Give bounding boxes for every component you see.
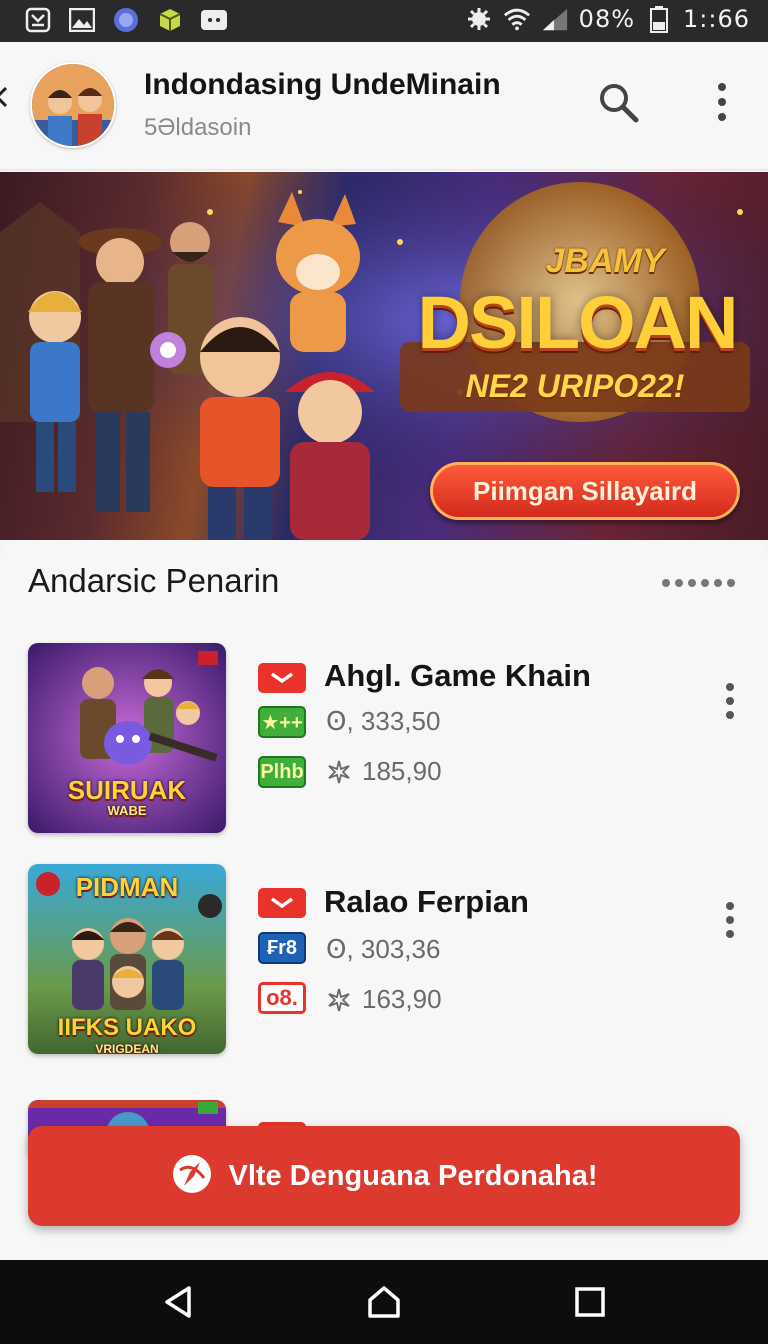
nav-home-icon[interactable]: [362, 1280, 406, 1324]
banner-cta-button[interactable]: Piimgan Sillayaird: [430, 462, 740, 520]
list-item[interactable]: PIDMAN IIFKS UAKO VRIGDEAN Ralao Ferpian…: [0, 864, 768, 1074]
more-vert-icon[interactable]: [716, 898, 744, 942]
video-badge: [258, 663, 306, 693]
app-title: Indondasing UndeMinain: [144, 68, 501, 101]
video-badge: [258, 888, 306, 918]
wifi-icon: [503, 5, 531, 33]
banner-tagline: NE2 URIPO22!: [465, 368, 685, 404]
primary-action-button[interactable]: Vlte Denguana Perdonaha!: [28, 1126, 740, 1226]
stat-downloads: 163,90: [326, 984, 442, 1015]
nav-back-icon[interactable]: [156, 1280, 200, 1324]
category-badge: o8.: [258, 982, 306, 1014]
game-thumbnail[interactable]: SUIRUAK WABE: [28, 643, 226, 833]
search-icon: [596, 80, 640, 129]
stat-views: Ꙩ, 303,36: [326, 934, 441, 964]
battery-percent: 08%: [578, 5, 636, 33]
sparkle-icon: [326, 987, 352, 1013]
app-header: Indondasing UndeMinain 5Əldasoin: [0, 42, 768, 170]
stat-downloads: 185,90: [326, 756, 442, 787]
thumbnail-bottom-title: IIFKS UAKO: [57, 1014, 197, 1041]
app-subtitle: 5Əldasoin: [144, 114, 252, 141]
more-vert-icon: [716, 82, 728, 127]
section-more-icon[interactable]: [662, 576, 742, 590]
thumbnail-title: SUIRUAK: [67, 775, 187, 805]
list-item[interactable]: SUIRUAK WABE Ahgl. Game Khain ★++ Ꙩ, 333…: [0, 643, 768, 853]
thumbnail-subtitle: WABE: [107, 803, 147, 818]
game-title[interactable]: Ralao Ferpian: [324, 884, 529, 920]
banner-kicker: JBAMY: [545, 242, 665, 280]
promo-banner[interactable]: JBAMY DSILOAN NE2 URIPO22! Piimgan Silla…: [0, 172, 768, 540]
section-title: Andarsic Penarin: [28, 562, 280, 599]
compass-icon: [170, 1152, 214, 1201]
primary-action-label: Vlte Denguana Perdonaha!: [228, 1159, 598, 1192]
game-icon: [156, 6, 184, 34]
rating-badge: ₣r8: [258, 932, 306, 964]
banner-title: DSILOAN: [417, 281, 739, 364]
app-icon: [24, 6, 52, 34]
battery-icon: [645, 5, 673, 33]
game-title[interactable]: Ahgl. Game Khain: [324, 658, 591, 694]
avatar[interactable]: [30, 62, 116, 148]
category-badge: Plhb: [258, 756, 306, 788]
clock: 1::66: [683, 5, 750, 33]
signal-icon: [541, 5, 569, 33]
more-vert-icon[interactable]: [716, 679, 744, 723]
chat-icon: [200, 6, 228, 34]
stat-views: Ꙩ, 333,50: [326, 706, 441, 736]
more-options-button[interactable]: [704, 78, 740, 130]
back-icon[interactable]: [0, 86, 8, 108]
nav-recents-icon[interactable]: [568, 1280, 612, 1324]
system-nav-bar: [0, 1260, 768, 1344]
image-icon: [68, 6, 96, 34]
thumbnail-subtitle: VRIGDEAN: [95, 1042, 159, 1054]
alarm-icon: [465, 5, 493, 33]
globe-icon: [112, 6, 140, 34]
rating-badge: ★++: [258, 706, 306, 738]
status-bar: 08% 1::66: [0, 0, 768, 42]
search-button[interactable]: [592, 78, 644, 130]
game-thumbnail[interactable]: PIDMAN IIFKS UAKO VRIGDEAN: [28, 864, 226, 1054]
sparkle-icon: [326, 759, 352, 785]
thumbnail-title: PIDMAN: [75, 872, 179, 902]
